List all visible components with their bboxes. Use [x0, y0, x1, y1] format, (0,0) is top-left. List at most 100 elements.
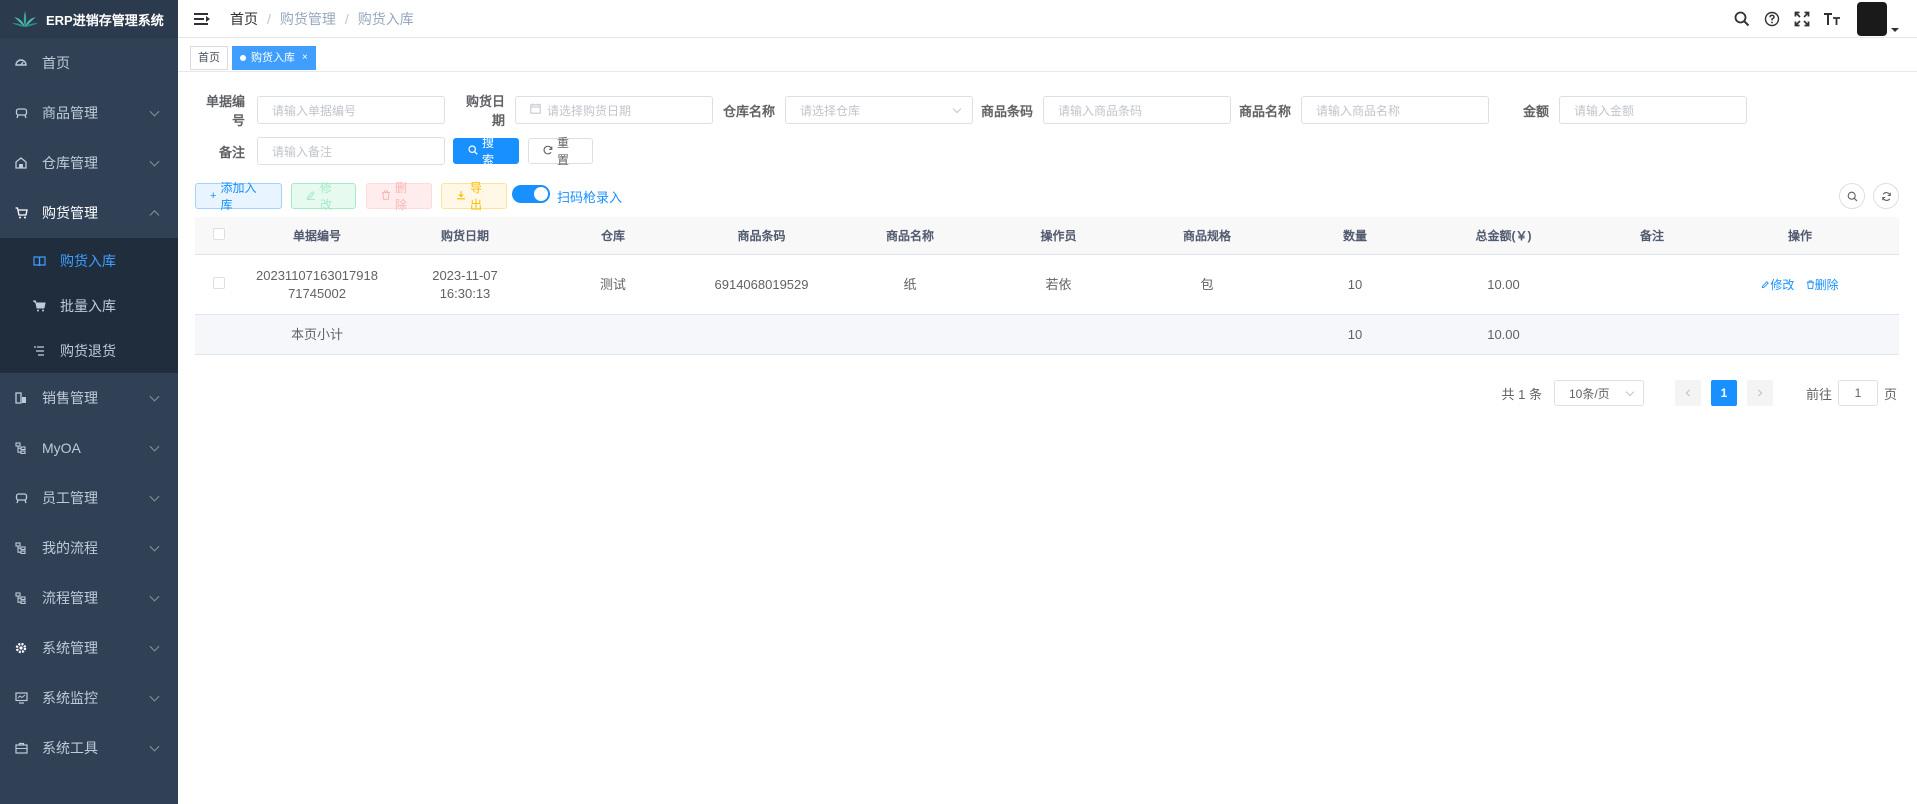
- header-select-all: [195, 227, 243, 245]
- cell-date-day: 2023-11-07: [432, 267, 498, 283]
- sidebar-item-label: 购货管理: [42, 205, 98, 221]
- sidebar-item-products[interactable]: 商品管理: [0, 88, 178, 138]
- breadcrumb-parent: 购货管理: [279, 10, 336, 27]
- goto-label: 前往: [1805, 386, 1832, 402]
- add-purchase-in-button[interactable]: + 添加入库: [195, 181, 282, 212]
- sidebar-item-process-mgmt[interactable]: 流程管理: [0, 573, 178, 623]
- tree-icon: [14, 591, 28, 605]
- toggle-search-button[interactable]: [1839, 183, 1865, 209]
- tag-label: 购货入库: [251, 51, 295, 64]
- tags-view: 首页 购货入库 ×: [178, 44, 1917, 72]
- sidebar-item-sales[interactable]: 销售管理: [0, 373, 178, 423]
- sidebar-item-staff[interactable]: 员工管理: [0, 473, 178, 523]
- sidebar-subitem-purchase-in[interactable]: 购货入库: [0, 238, 178, 283]
- select-all-checkbox[interactable]: [213, 227, 225, 240]
- subtotal-label: 本页小计: [290, 326, 343, 342]
- table-row: 2023110716301791871745002 2023-11-07 16:…: [195, 255, 1899, 315]
- sidebar-item-home[interactable]: 首页: [0, 38, 178, 88]
- help-icon[interactable]: [1763, 10, 1781, 28]
- search-form-row-1: 单据编号 请输入单据编号 购货日期 请选择购货日期 仓库名称 请选择仓库 商品条…: [195, 91, 1747, 129]
- chevron-down-icon: [952, 104, 962, 114]
- sidebar-item-my-process[interactable]: 我的流程: [0, 523, 178, 573]
- goto-page-input[interactable]: 1: [1837, 380, 1878, 406]
- edit-button[interactable]: 修改: [291, 181, 356, 212]
- close-icon[interactable]: ×: [302, 47, 308, 69]
- chevron-down-icon: [149, 591, 160, 602]
- barcode-placeholder: 请输入商品条码: [1058, 103, 1143, 118]
- date-picker[interactable]: 请选择购货日期: [515, 96, 713, 124]
- avatar[interactable]: [1857, 2, 1887, 36]
- sidebar-item-system[interactable]: 系统管理: [0, 623, 178, 673]
- warehouse-select[interactable]: 请选择仓库: [785, 96, 973, 124]
- refresh-button[interactable]: [1873, 183, 1899, 209]
- delete-button[interactable]: 删除: [366, 181, 432, 212]
- cell-order-no: 2023110716301791871745002: [256, 267, 378, 301]
- cell-actions: 修改 删除: [1726, 276, 1874, 294]
- font-size-icon[interactable]: [1823, 10, 1841, 28]
- page-size-select[interactable]: 10条/页: [1553, 380, 1644, 406]
- sidebar-subitem-label: 批量入库: [60, 297, 116, 314]
- barcode-input[interactable]: 请输入商品条码: [1043, 96, 1231, 124]
- breadcrumb-separator: /: [267, 10, 271, 27]
- row-select: [195, 276, 243, 294]
- header-operator: 操作员: [1040, 228, 1077, 243]
- cell-product-name: 纸: [903, 276, 917, 292]
- sidebar-subitem-batch-in[interactable]: 批量入库: [0, 283, 178, 328]
- reset-button-label: 重置: [557, 136, 570, 167]
- cell-barcode: 6914068019529: [714, 276, 809, 292]
- sidebar-subitem-purchase-return[interactable]: 购货退货: [0, 328, 178, 373]
- tag-purchase-in[interactable]: 购货入库 ×: [232, 45, 316, 70]
- product-name-input[interactable]: 请输入商品名称: [1301, 96, 1489, 124]
- reset-button[interactable]: 重置: [528, 136, 593, 167]
- warehouse-icon: [14, 156, 28, 170]
- sidebar-item-monitor[interactable]: 系统监控: [0, 673, 178, 723]
- header-order-no: 单据编号: [292, 228, 341, 243]
- chevron-down-icon: [149, 441, 160, 452]
- prev-page-button[interactable]: [1674, 380, 1701, 406]
- chevron-down-icon: [149, 391, 160, 402]
- app-logo[interactable]: ERP进销存管理系统: [0, 0, 178, 38]
- row-edit-link[interactable]: 修改: [1761, 278, 1797, 292]
- search-form-row-2: 备注 请输入备注: [195, 137, 445, 165]
- order-no-label: 单据编号: [205, 94, 245, 128]
- next-page-button[interactable]: [1746, 380, 1773, 406]
- breadcrumb-home[interactable]: 首页: [230, 9, 258, 29]
- sidebar-item-tools[interactable]: 系统工具: [0, 723, 178, 773]
- row-delete-link[interactable]: 删除: [1806, 278, 1839, 292]
- search-icon[interactable]: [1733, 10, 1751, 28]
- sales-icon: [14, 391, 28, 405]
- sidebar-item-label: MyOA: [42, 440, 81, 456]
- order-no-input[interactable]: 请输入单据编号: [257, 96, 445, 124]
- product-name-placeholder: 请输入商品名称: [1316, 103, 1401, 118]
- hamburger-icon[interactable]: [194, 12, 210, 26]
- remark-label: 备注: [218, 144, 245, 160]
- search-icon: [1847, 191, 1857, 201]
- fullscreen-icon[interactable]: [1793, 10, 1811, 28]
- breadcrumb: 首页 / 购货管理 / 购货入库: [230, 9, 414, 29]
- sidebar-item-purchase[interactable]: 购货管理: [0, 188, 178, 238]
- cell-spec: 包: [1200, 276, 1214, 292]
- guide-icon: [14, 106, 28, 120]
- remark-input[interactable]: 请输入备注: [257, 137, 445, 165]
- header-qty: 数量: [1342, 228, 1367, 243]
- search-button[interactable]: 搜索: [453, 136, 519, 167]
- export-button[interactable]: 导出: [441, 181, 507, 212]
- refresh-icon: [543, 145, 553, 158]
- scan-gun-label: 扫码枪录入: [557, 190, 623, 205]
- sidebar: ERP进销存管理系统 首页 商品管理 仓库管理 购货管理 购货入库 批量入库 购…: [0, 0, 178, 804]
- tag-home[interactable]: 首页: [190, 45, 228, 70]
- amount-input[interactable]: 请输入金额: [1559, 96, 1747, 124]
- row-checkbox[interactable]: [213, 276, 225, 289]
- refresh-icon: [1881, 191, 1891, 201]
- sidebar-item-label: 系统监控: [42, 690, 98, 706]
- barcode-label: 商品条码: [981, 103, 1034, 119]
- sidebar-item-warehouse[interactable]: 仓库管理: [0, 138, 178, 188]
- trash-icon: [1806, 279, 1814, 289]
- chevron-down-icon: [149, 741, 160, 752]
- caret-down-icon[interactable]: [1891, 28, 1899, 32]
- dashboard-icon: [14, 56, 28, 70]
- page-number-current[interactable]: 1: [1710, 380, 1737, 406]
- sidebar-item-myoa[interactable]: MyOA: [0, 423, 178, 473]
- download-icon: [456, 190, 466, 203]
- scan-gun-toggle[interactable]: [512, 185, 550, 203]
